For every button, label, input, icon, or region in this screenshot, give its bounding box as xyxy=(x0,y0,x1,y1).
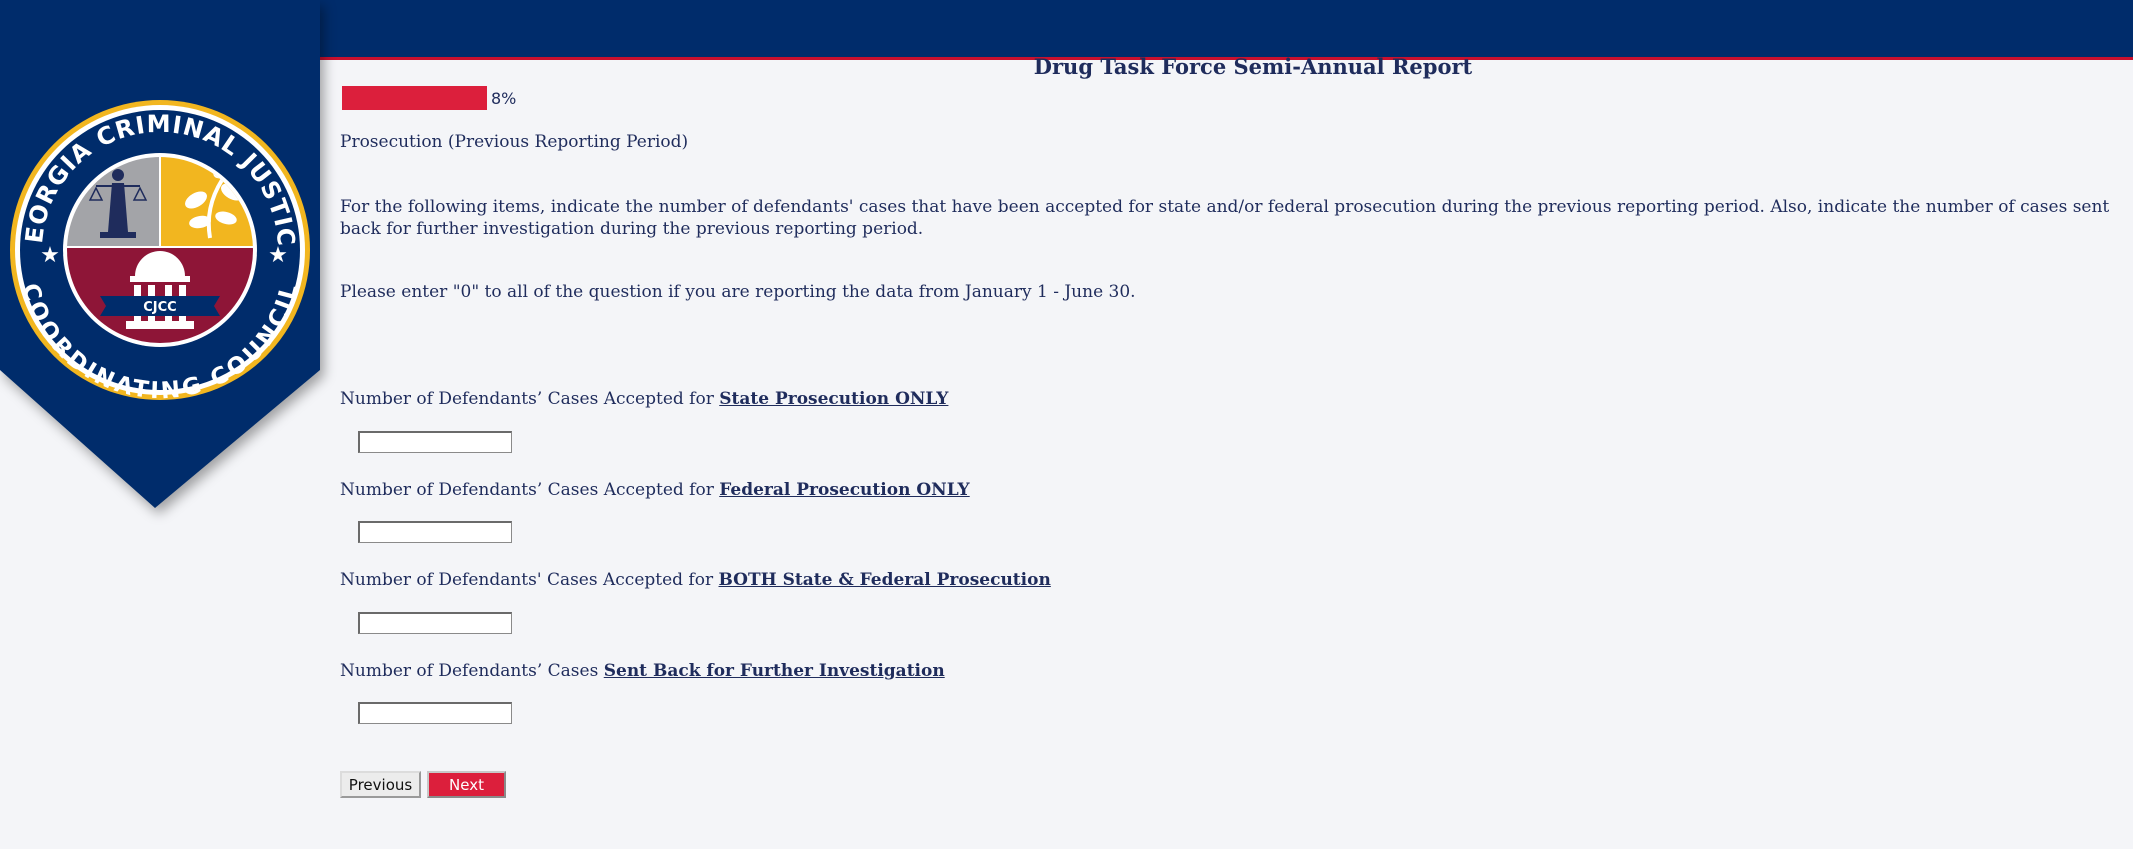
question-label: Number of Defendants’ Cases Accepted for xyxy=(340,389,720,409)
progress-indicator: 8% xyxy=(342,86,516,110)
cjcc-ribbon: CJCC xyxy=(100,296,220,316)
seal-star-left-icon: ★ xyxy=(40,243,60,268)
progress-percent: 8% xyxy=(491,88,517,108)
progress-bar xyxy=(342,86,487,110)
question-sent-back: Number of Defendants’ Cases Sent Back fo… xyxy=(340,661,945,681)
section-note: Please enter "0" to all of the question … xyxy=(340,282,1136,302)
question-state-prosecution: Number of Defendants’ Cases Accepted for… xyxy=(340,389,948,409)
question-label: Number of Defendants’ Cases Accepted for xyxy=(340,480,720,500)
next-button[interactable]: Next xyxy=(427,771,506,798)
question-emphasis: Sent Back for Further Investigation xyxy=(603,661,945,681)
both-prosecution-input[interactable] xyxy=(358,612,512,634)
previous-button[interactable]: Previous xyxy=(340,771,421,798)
question-emphasis: Federal Prosecution ONLY xyxy=(719,480,970,500)
section-title: Prosecution (Previous Reporting Period) xyxy=(340,132,689,152)
federal-prosecution-input[interactable] xyxy=(358,521,512,543)
question-emphasis: State Prosecution ONLY xyxy=(719,389,949,409)
state-prosecution-input[interactable] xyxy=(358,431,512,453)
ribbon-text: CJCC xyxy=(143,300,176,315)
page-title: Drug Task Force Semi-Annual Report xyxy=(1033,54,1473,79)
question-label: Number of Defendants' Cases Accepted for xyxy=(340,570,719,590)
question-emphasis: BOTH State & Federal Prosecution xyxy=(718,570,1051,590)
cjcc-logo-banner: CJCC GEORGIA CRIMINAL JUSTICE COORDINATI… xyxy=(0,0,320,508)
progress-bar-fill xyxy=(342,86,487,110)
section-instructions: For the following items, indicate the nu… xyxy=(340,197,2110,239)
question-federal-prosecution: Number of Defendants’ Cases Accepted for… xyxy=(340,480,970,500)
question-label: Number of Defendants’ Cases xyxy=(340,661,604,681)
question-both-prosecution: Number of Defendants' Cases Accepted for… xyxy=(340,570,1051,590)
sent-back-input[interactable] xyxy=(358,702,512,724)
seal-star-right-icon: ★ xyxy=(268,243,288,268)
